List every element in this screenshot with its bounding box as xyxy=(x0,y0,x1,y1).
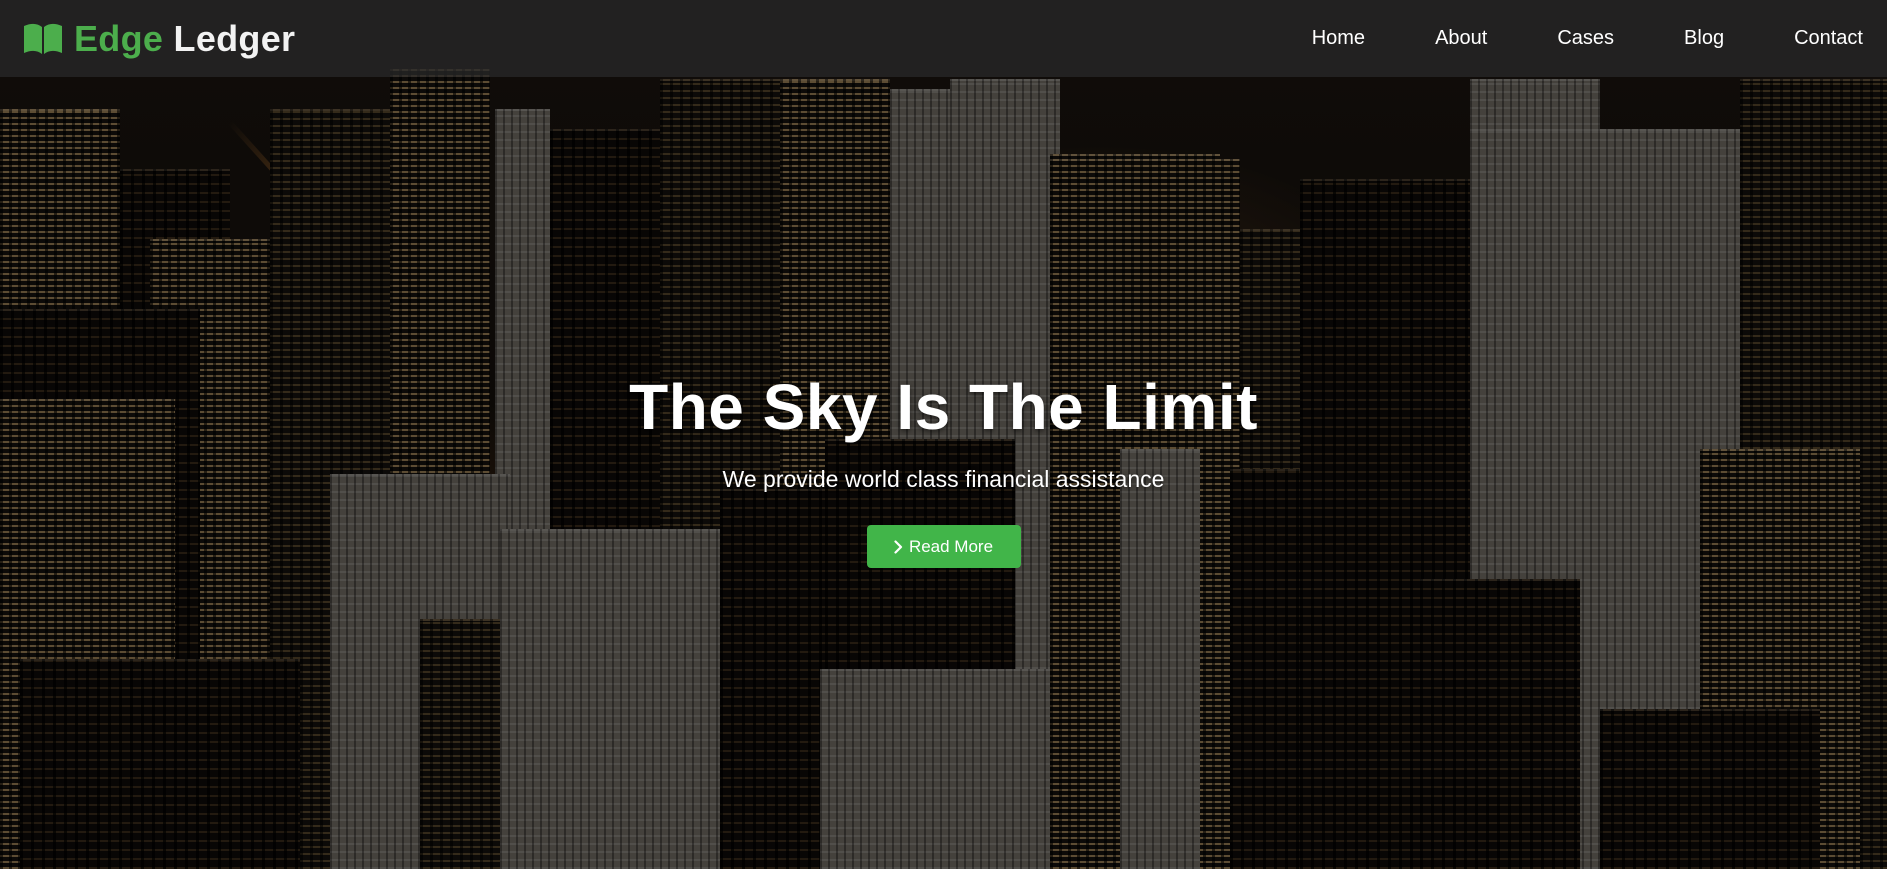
brand-name-part2: Ledger xyxy=(173,17,296,59)
nav-link-home[interactable]: Home xyxy=(1312,19,1365,58)
open-book-icon xyxy=(24,23,62,54)
hero-subtitle: We provide world class financial assista… xyxy=(722,466,1165,492)
brand-logo[interactable]: Edge Ledger xyxy=(22,18,295,60)
nav-link-cases[interactable]: Cases xyxy=(1557,19,1614,58)
nav-link-blog[interactable]: Blog xyxy=(1684,19,1724,58)
main-nav: Home About Cases Blog Contact xyxy=(1312,19,1863,58)
read-more-button[interactable]: Read More xyxy=(866,525,1021,568)
nav-link-contact[interactable]: Contact xyxy=(1794,19,1863,58)
brand-name: Edge Ledger xyxy=(74,18,295,60)
hero-content: The Sky Is The Limit We provide world cl… xyxy=(0,370,1887,568)
nav-link-about[interactable]: About xyxy=(1435,19,1487,58)
site-header: Edge Ledger Home About Cases Blog Contac… xyxy=(0,0,1887,77)
brand-name-part1: Edge xyxy=(74,17,164,59)
hero-title: The Sky Is The Limit xyxy=(629,371,1258,443)
chevron-right-icon xyxy=(894,539,903,554)
read-more-label: Read More xyxy=(908,536,994,556)
